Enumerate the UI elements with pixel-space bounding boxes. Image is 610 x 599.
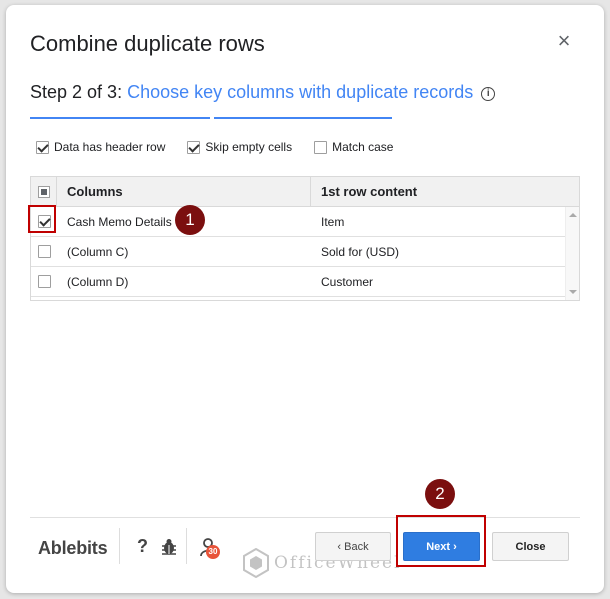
step-title: Choose key columns with duplicate record… [127, 82, 474, 102]
progress-step-2 [214, 117, 392, 119]
close-icon[interactable]: × [554, 30, 574, 52]
column-header-columns: Columns [57, 177, 311, 206]
select-all-cell[interactable] [31, 177, 57, 206]
progress-step-1 [30, 117, 210, 119]
option-label: Skip empty cells [205, 140, 293, 154]
row-checkbox[interactable] [37, 245, 51, 258]
annotation-badge-2: 2 [425, 479, 455, 509]
watermark-logo-icon [243, 548, 269, 578]
bug-report-icon[interactable] [161, 538, 177, 556]
annotation-badge-1: 1 [175, 205, 205, 235]
columns-table: Columns 1st row content Cash Memo Detail… [30, 176, 580, 301]
table-row[interactable]: (Column C) Sold for (USD) [31, 237, 565, 267]
table-row[interactable]: Cash Memo Details Item [31, 207, 565, 237]
account-badge: 30 [206, 545, 220, 559]
options-row: Data has header row Skip empty cells Mat… [36, 140, 415, 154]
info-icon[interactable]: i [481, 87, 496, 101]
row-content: Customer [321, 274, 374, 289]
close-button[interactable]: Close [492, 532, 569, 561]
row-checkbox-cell[interactable] [31, 267, 57, 296]
ablebits-logo[interactable]: Ablebits [38, 538, 108, 559]
footer-divider [30, 517, 580, 518]
table-row[interactable]: (Column D) Customer [31, 267, 565, 297]
table-header: Columns 1st row content [31, 177, 579, 207]
footer-separator [119, 528, 120, 564]
row-checkbox[interactable] [37, 275, 51, 288]
option-match-case[interactable]: Match case [314, 140, 393, 154]
dialog-title: Combine duplicate rows [30, 31, 265, 56]
select-all-checkbox[interactable] [37, 185, 50, 198]
step-counter: Step 2 of 3: [30, 82, 128, 102]
checkbox-match-case[interactable] [314, 140, 328, 154]
highlight-box-checkbox [28, 205, 56, 233]
scroll-down-arrow-icon[interactable] [569, 290, 577, 294]
row-content: Item [321, 214, 345, 229]
table-scrollbar[interactable] [565, 207, 579, 300]
row-content: Sold for (USD) [321, 244, 400, 259]
back-button[interactable]: ‹ Back [315, 532, 391, 561]
checkbox-skip-empty[interactable] [187, 140, 201, 154]
option-header-row[interactable]: Data has header row [36, 140, 165, 154]
combine-rows-dialog: Combine duplicate rows × Step 2 of 3: Ch… [6, 5, 604, 593]
checkbox-header-row[interactable] [36, 140, 49, 154]
scroll-up-arrow-icon[interactable] [569, 213, 577, 217]
help-icon[interactable]: ? [137, 536, 148, 557]
option-label: Data has header row [54, 140, 166, 154]
row-column-name: (Column D) [67, 274, 129, 289]
step-heading: Step 2 of 3: Choose key columns with dup… [30, 82, 496, 103]
highlight-box-next [396, 515, 486, 567]
row-column-name: (Column C) [67, 244, 129, 259]
option-skip-empty[interactable]: Skip empty cells [187, 140, 292, 154]
column-header-first-row: 1st row content [321, 184, 418, 199]
footer-separator [186, 528, 187, 564]
option-label: Match case [332, 140, 394, 154]
row-checkbox-cell[interactable] [31, 237, 57, 266]
